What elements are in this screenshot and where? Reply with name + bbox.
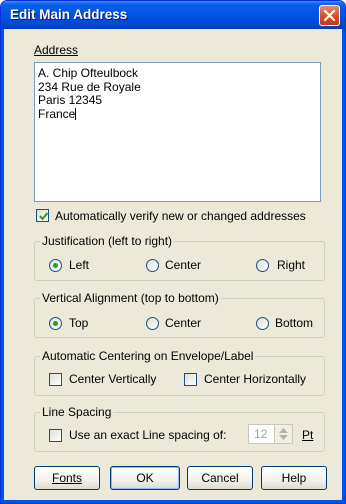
help-button-label: Help — [281, 471, 307, 485]
justify-left-label[interactable]: Left — [69, 258, 89, 272]
vertical-center-label[interactable]: Center — [165, 316, 201, 330]
spin-up-icon[interactable] — [279, 428, 288, 434]
spacing-spinner[interactable] — [274, 425, 292, 443]
address-line: France — [38, 106, 317, 122]
help-button[interactable]: Help — [261, 466, 327, 490]
verify-label[interactable]: Automatically verify new or changed addr… — [55, 209, 306, 223]
text-caret — [75, 107, 77, 120]
centering-legend: Automatic Centering on Envelope/Label — [40, 349, 256, 363]
exact-spacing-checkbox[interactable] — [49, 429, 62, 442]
spacing-value: 12 — [254, 427, 268, 441]
vertical-center-radio[interactable] — [146, 317, 159, 330]
ok-button-label: OK — [136, 471, 154, 485]
center-horizontally-label[interactable]: Center Horizontally — [204, 372, 306, 386]
ok-button[interactable]: OK — [110, 466, 180, 490]
frame-right — [342, 29, 345, 503]
window-title: Edit Main Address — [10, 7, 128, 22]
address-label: Address — [34, 43, 78, 57]
address-line-text: France — [38, 106, 76, 121]
address-line: A. Chip Ofteulbock — [38, 66, 139, 80]
center-vertically-label[interactable]: Center Vertically — [69, 372, 156, 386]
cancel-button[interactable]: Cancel — [187, 466, 253, 490]
title-bar[interactable]: Edit Main Address — [1, 1, 345, 29]
vertical-bottom-radio[interactable] — [256, 317, 269, 330]
center-horizontally-checkbox[interactable] — [184, 373, 197, 386]
dialog-window: Edit Main Address Address A. Chip Ofteul… — [0, 0, 346, 504]
justify-left-radio[interactable] — [49, 259, 62, 272]
justify-right-radio[interactable] — [256, 259, 269, 272]
frame-bottom — [1, 500, 345, 503]
exact-spacing-label[interactable]: Use an exact Line spacing of: — [69, 428, 226, 442]
fonts-button[interactable]: Fonts — [34, 466, 100, 490]
line-spacing-legend: Line Spacing — [40, 405, 114, 419]
verify-checkbox[interactable] — [36, 209, 49, 222]
justification-legend: Justification (left to right) — [40, 234, 175, 248]
cancel-button-label: Cancel — [201, 471, 239, 485]
close-icon — [323, 9, 336, 22]
vertical-alignment-legend: Vertical Alignment (top to bottom) — [40, 291, 221, 305]
center-vertically-checkbox[interactable] — [49, 373, 62, 386]
address-line: 234 Rue de Royale — [38, 79, 141, 94]
vertical-top-label[interactable]: Top — [69, 316, 88, 330]
spacing-unit-text: Pt — [302, 428, 314, 442]
spacing-unit: Pt — [302, 428, 313, 442]
address-label-text: Address — [34, 43, 79, 57]
vertical-top-radio[interactable] — [49, 317, 62, 330]
fonts-button-label: Fonts — [51, 471, 82, 485]
justify-right-label[interactable]: Right — [277, 258, 305, 272]
address-textarea[interactable]: A. Chip Ofteulbock 234 Rue de Royale Par… — [34, 62, 321, 202]
justify-center-radio[interactable] — [146, 259, 159, 272]
vertical-bottom-label[interactable]: Bottom — [275, 316, 313, 330]
checkmark-icon — [39, 212, 49, 221]
address-line: Paris 12345 — [38, 93, 103, 107]
frame-left — [1, 29, 4, 503]
spin-down-icon[interactable] — [279, 435, 288, 441]
close-button[interactable] — [319, 5, 340, 26]
justify-center-label[interactable]: Center — [165, 258, 201, 272]
